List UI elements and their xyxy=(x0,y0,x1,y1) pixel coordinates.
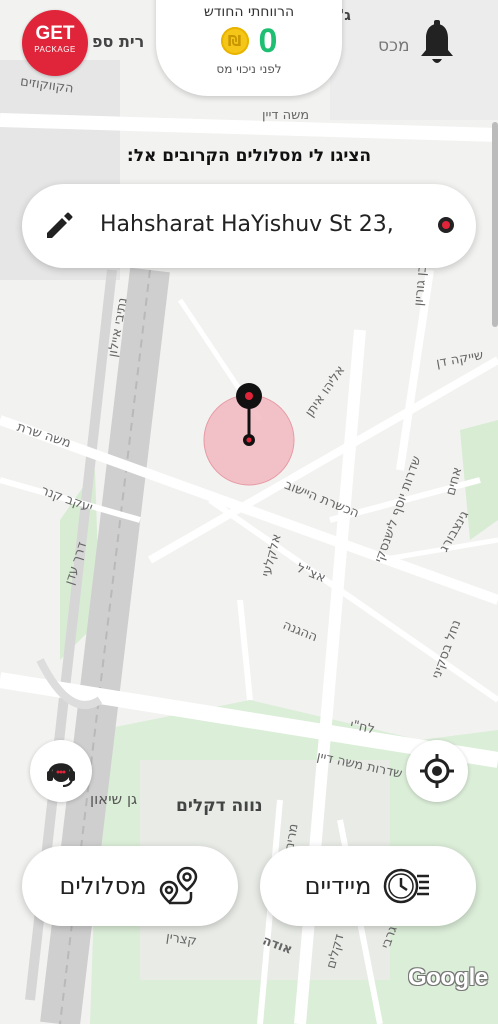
earnings-card[interactable]: הרווחתי החודש ₪ 0 לפני ניכוי מס xyxy=(156,0,342,96)
address-text: Hahsharat HaYishuv St 23, xyxy=(100,212,394,237)
address-field[interactable]: Hahsharat HaYishuv St 23, xyxy=(22,184,476,268)
google-logo: Google xyxy=(408,964,488,991)
support-icon xyxy=(47,763,75,787)
shekel-coin-icon: ₪ xyxy=(220,27,249,55)
earnings-title: הרווחתי החודש xyxy=(203,4,295,20)
street-label: רית ספ xyxy=(92,32,145,51)
routes-button[interactable]: מסלולים xyxy=(22,846,238,926)
route-pin-icon xyxy=(159,866,197,905)
street-label: מכס xyxy=(378,36,410,56)
immediate-button-label: מיידיים xyxy=(304,872,372,900)
street-label: גן שיאון xyxy=(90,790,138,808)
crosshair-icon xyxy=(420,754,454,788)
bell-icon[interactable] xyxy=(418,20,456,68)
logo-subtext: PACKAGE xyxy=(34,45,76,54)
pencil-icon[interactable] xyxy=(42,209,76,243)
earnings-amount: 0 xyxy=(258,22,278,60)
support-button[interactable] xyxy=(30,740,92,802)
routes-prompt: הציגו לי מסלולים הקרובים אל: xyxy=(126,146,372,166)
immediate-button[interactable]: מיידיים xyxy=(260,846,476,926)
earnings-subtitle: לפני ניכוי מס xyxy=(216,62,282,76)
routes-button-label: מסלולים xyxy=(59,872,147,900)
scrollbar[interactable] xyxy=(492,122,498,327)
street-label: נווה דקלים xyxy=(176,796,263,816)
logo-text: GET xyxy=(35,23,75,44)
street-label: משה דיין xyxy=(262,108,310,123)
app-logo[interactable]: GET PACKAGE xyxy=(22,10,88,76)
clock-fast-icon xyxy=(384,868,430,904)
recenter-button[interactable] xyxy=(406,740,468,802)
location-dot-icon xyxy=(438,217,454,233)
